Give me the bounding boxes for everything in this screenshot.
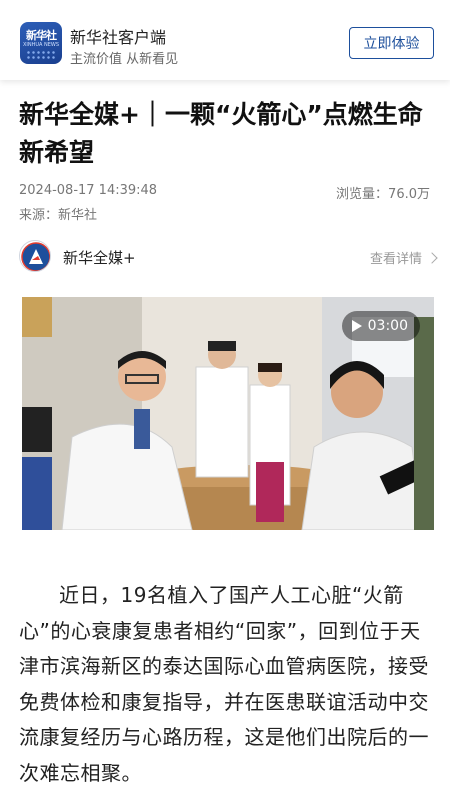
view-details-label: 查看详情 [369,252,422,267]
view-details-link[interactable]: 查看详情 [369,248,438,267]
view-count: 浏览量：76.0万 [336,187,430,202]
logo-text: 新华社 [26,29,57,42]
app-name: 新华社客户端 [70,28,167,47]
video-duration-badge: 03:00 [341,311,420,341]
author-name[interactable]: 新华全媒+ [63,247,136,268]
logo-subtext: XINHUA NEWS [22,42,60,48]
article-source: 来源：新华社 [19,208,98,223]
open-app-button[interactable]: 立即体验 [349,27,434,59]
app-slogan: 主流价值 从新看见 [70,52,179,67]
author-logo-icon [21,242,50,271]
video-duration: 03:00 [367,318,408,334]
xinhua-logo-icon: 新华社 XINHUA NEWS [20,22,62,64]
play-icon [351,320,362,332]
video-player-thumbnail[interactable]: 03:00 [22,297,434,530]
article-title: 新华全媒+｜一颗“火箭心”点燃生命新希望 [19,100,423,167]
article-body-paragraph: 近日，19名植入了国产人工心脏“火箭心”的心衰康复患者相约“回家”，回到位于天津… [19,583,429,785]
app-banner: 新华社 XINHUA NEWS 新华社客户端 主流价值 从新看见 立即体验 [0,0,450,80]
author-avatar[interactable] [19,240,51,272]
publish-time: 2024-08-17 14:39:48 [19,183,158,198]
chevron-right-icon [426,251,438,264]
logo-pattern [26,50,56,60]
